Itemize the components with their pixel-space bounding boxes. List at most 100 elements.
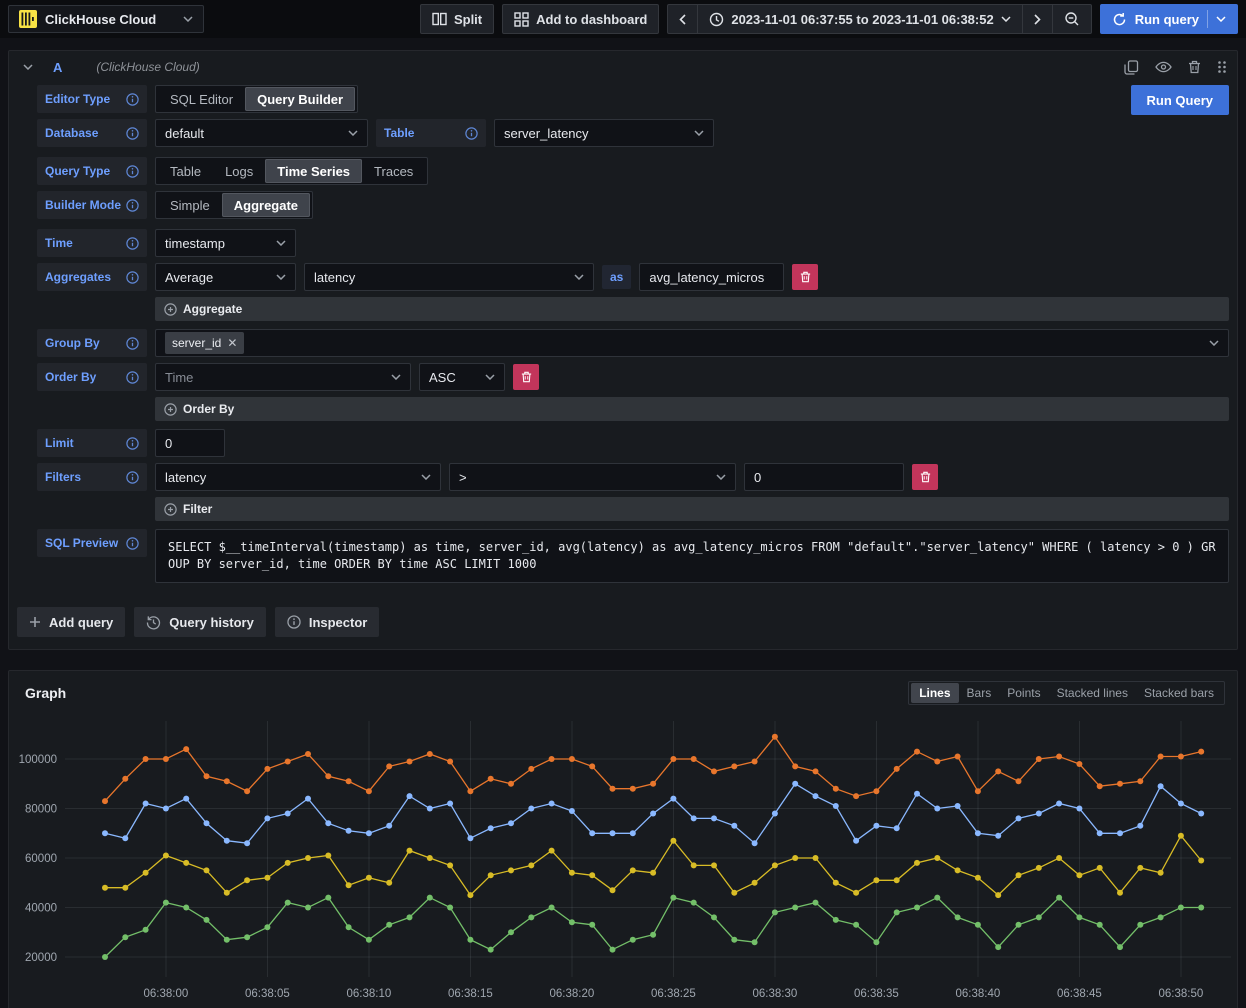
info-icon[interactable] — [126, 471, 139, 484]
time-label: Time — [37, 229, 147, 257]
builder-mode-aggregate[interactable]: Aggregate — [222, 193, 310, 217]
svg-text:06:38:05: 06:38:05 — [245, 988, 290, 1000]
svg-text:06:38:20: 06:38:20 — [550, 988, 595, 1000]
group-by-multiselect[interactable]: server_id ✕ — [155, 329, 1229, 357]
filter-column-select[interactable]: latency — [155, 463, 441, 491]
graph-title: Graph — [25, 685, 66, 701]
time-column-select[interactable]: timestamp — [155, 229, 296, 257]
aggregate-alias-value[interactable] — [649, 270, 774, 285]
info-icon[interactable] — [126, 165, 139, 178]
query-type-traces[interactable]: Traces — [362, 159, 425, 183]
graph-canvas: 2000040000600008000010000006:38:0006:38:… — [17, 715, 1231, 1005]
split-label: Split — [454, 12, 482, 27]
mode-lines[interactable]: Lines — [911, 683, 958, 703]
time-range-picker[interactable]: 2023-11-01 06:37:55 to 2023-11-01 06:38:… — [697, 4, 1021, 34]
chevron-right-icon — [1034, 14, 1041, 25]
graph-chart-area[interactable]: 2000040000600008000010000006:38:0006:38:… — [17, 711, 1229, 1008]
hide-query-eye-icon[interactable] — [1155, 61, 1172, 73]
graph-mode-toggle: Lines Bars Points Stacked lines Stacked … — [908, 681, 1225, 705]
info-icon[interactable] — [126, 371, 139, 384]
table-select[interactable]: server_latency — [494, 119, 714, 147]
add-filter-button[interactable]: Filter — [155, 497, 1229, 521]
query-ref-id[interactable]: A — [53, 60, 62, 75]
info-icon[interactable] — [126, 337, 139, 350]
svg-text:60000: 60000 — [25, 853, 57, 865]
plus-icon — [29, 616, 41, 628]
zoom-out-time-button[interactable] — [1052, 4, 1092, 34]
editor-type-toggle: SQL Editor Query Builder — [155, 85, 358, 113]
query-type-table[interactable]: Table — [158, 159, 213, 183]
clickhouse-logo-icon — [19, 10, 37, 28]
remove-order-by-button[interactable] — [513, 364, 539, 390]
history-icon — [146, 615, 161, 630]
remove-filter-button[interactable] — [912, 464, 938, 490]
time-range-back-button[interactable] — [667, 4, 697, 34]
plus-circle-icon — [164, 503, 177, 516]
info-icon[interactable] — [126, 271, 139, 284]
chevron-down-icon — [574, 274, 584, 280]
svg-text:40000: 40000 — [25, 903, 57, 915]
aggregates-label: Aggregates — [37, 263, 147, 291]
top-toolbar: ClickHouse Cloud Split Add to dashboard — [0, 0, 1246, 38]
group-by-tag[interactable]: server_id ✕ — [165, 332, 244, 354]
datasource-picker[interactable]: ClickHouse Cloud — [8, 5, 204, 33]
chevron-down-icon[interactable] — [1216, 16, 1226, 22]
drag-handle-icon[interactable] — [1217, 60, 1227, 74]
filter-operator-select[interactable]: > — [449, 463, 736, 491]
svg-text:06:38:35: 06:38:35 — [854, 988, 899, 1000]
datasource-name: ClickHouse Cloud — [45, 12, 175, 27]
remove-aggregate-button[interactable] — [792, 264, 818, 290]
builder-mode-toggle: Simple Aggregate — [155, 191, 313, 219]
order-by-direction-select[interactable]: ASC — [419, 363, 505, 391]
info-icon[interactable] — [126, 199, 139, 212]
database-select[interactable]: default — [155, 119, 368, 147]
chevron-down-icon — [1001, 16, 1011, 22]
builder-mode-label: Builder Mode — [37, 191, 147, 219]
info-icon[interactable] — [126, 537, 139, 550]
info-icon[interactable] — [126, 127, 139, 140]
mode-bars[interactable]: Bars — [959, 683, 1000, 703]
mode-points[interactable]: Points — [999, 683, 1048, 703]
inspector-button[interactable]: Inspector — [275, 607, 380, 637]
query-type-toggle: Table Logs Time Series Traces — [155, 157, 428, 185]
add-order-by-button[interactable]: Order By — [155, 397, 1229, 421]
query-type-time-series[interactable]: Time Series — [265, 159, 362, 183]
sql-preview-code: SELECT $__timeInterval(timestamp) as tim… — [155, 529, 1229, 583]
time-range-forward-button[interactable] — [1022, 4, 1052, 34]
duplicate-query-icon[interactable] — [1124, 60, 1139, 75]
collapse-chevron-icon[interactable] — [23, 64, 33, 70]
svg-text:80000: 80000 — [25, 804, 57, 816]
run-query-button[interactable]: Run query — [1100, 4, 1238, 34]
info-icon[interactable] — [126, 93, 139, 106]
mode-stacked-lines[interactable]: Stacked lines — [1049, 683, 1136, 703]
order-by-field-select[interactable]: Time — [155, 363, 411, 391]
svg-text:06:38:40: 06:38:40 — [956, 988, 1001, 1000]
graph-header: Graph Lines Bars Points Stacked lines St… — [17, 679, 1229, 711]
editor-type-sql-editor[interactable]: SQL Editor — [158, 87, 245, 111]
remove-tag-icon[interactable]: ✕ — [227, 336, 237, 350]
info-icon[interactable] — [465, 127, 478, 140]
info-icon[interactable] — [126, 437, 139, 450]
panel-run-query-button[interactable]: Run Query — [1131, 85, 1229, 115]
aggregate-column-select[interactable]: latency — [304, 263, 594, 291]
aggregate-function-select[interactable]: Average — [155, 263, 296, 291]
filter-value-input[interactable] — [744, 463, 904, 491]
builder-mode-simple[interactable]: Simple — [158, 193, 222, 217]
filter-value[interactable] — [754, 470, 894, 485]
plus-circle-icon — [164, 403, 177, 416]
limit-value[interactable] — [165, 436, 215, 451]
editor-type-query-builder[interactable]: Query Builder — [245, 87, 355, 111]
add-to-dashboard-button[interactable]: Add to dashboard — [502, 4, 659, 34]
add-aggregate-button[interactable]: Aggregate — [155, 297, 1229, 321]
query-history-button[interactable]: Query history — [134, 607, 266, 637]
split-button[interactable]: Split — [420, 4, 494, 34]
add-query-button[interactable]: Add query — [17, 607, 125, 637]
limit-input[interactable] — [155, 429, 225, 457]
query-type-logs[interactable]: Logs — [213, 159, 265, 183]
chevron-down-icon — [716, 474, 726, 480]
delete-query-icon[interactable] — [1188, 60, 1201, 74]
order-by-label: Order By — [37, 363, 147, 391]
info-icon[interactable] — [126, 237, 139, 250]
mode-stacked-bars[interactable]: Stacked bars — [1136, 683, 1222, 703]
aggregate-alias-input[interactable] — [639, 263, 784, 291]
